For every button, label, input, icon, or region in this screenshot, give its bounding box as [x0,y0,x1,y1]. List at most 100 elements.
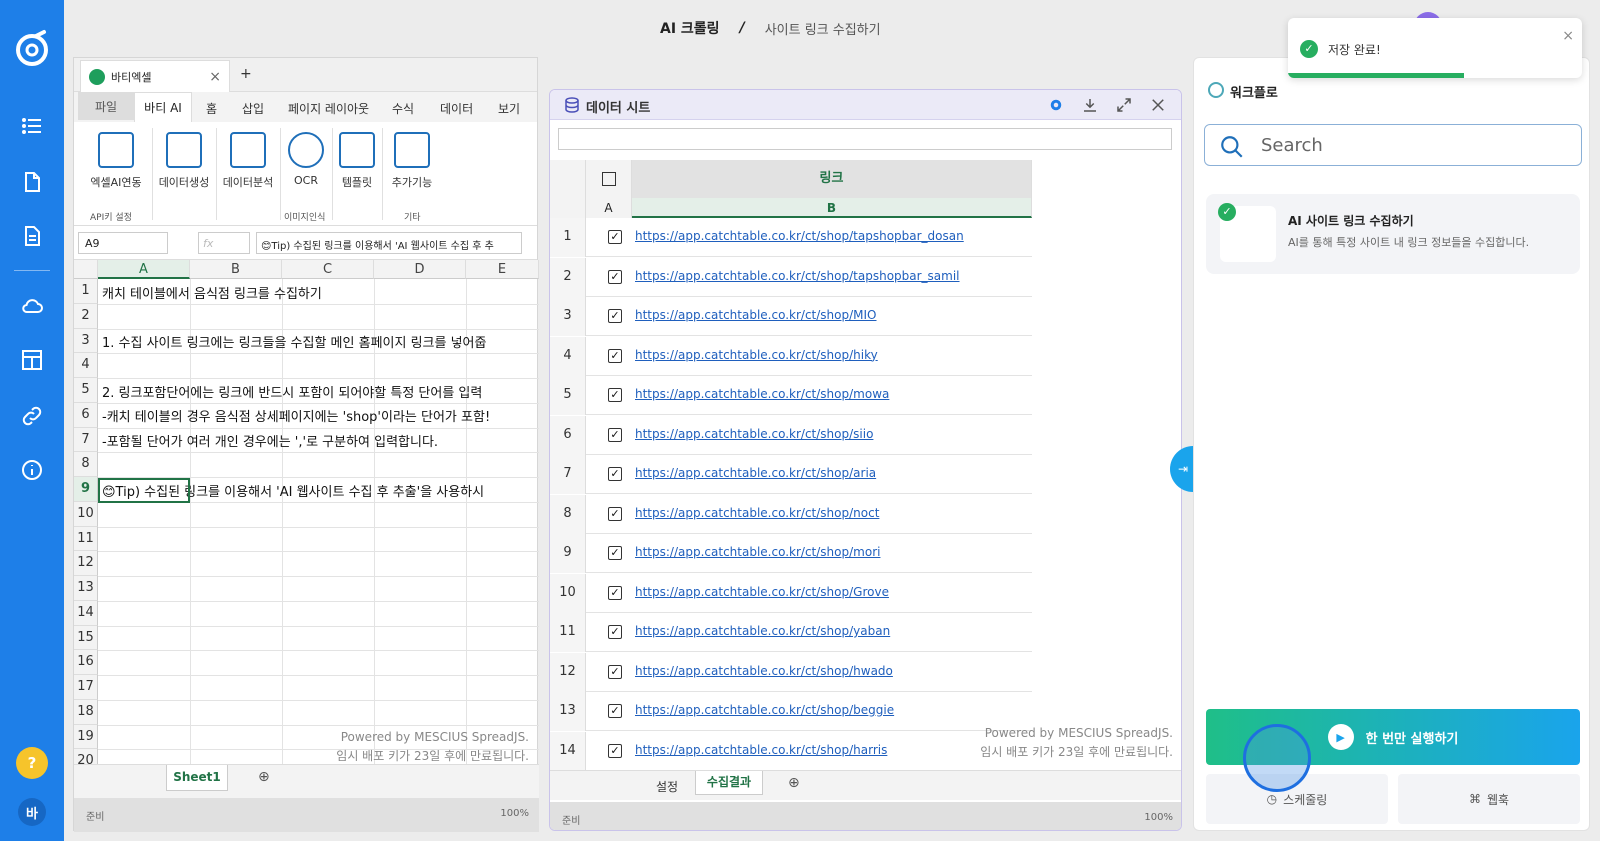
cell-a7[interactable]: -포함될 단어가 여러 개인 경우에는 ','로 구분하여 입력합니다. [102,431,438,450]
row-checkbox[interactable]: ✓ [608,388,622,402]
row-header[interactable]: 14 [74,600,98,626]
row-header[interactable]: 18 [74,699,98,725]
row-header[interactable]: 8 [74,452,98,477]
link-cell[interactable]: https://app.catchtable.co.kr/ct/shop/sii… [635,427,873,441]
col-header-a[interactable]: A [98,260,190,279]
formula-input[interactable]: 😊Tip) 수집된 링크를 이용해서 'AI 웹사이트 수집 후 추 [256,232,522,254]
table-row[interactable]: 12 ✓ https://app.catchtable.co.kr/ct/shop/… [550,652,1032,692]
link-cell[interactable]: https://app.catchtable.co.kr/ct/shop/mow… [635,387,889,401]
row-header[interactable]: 6 [74,402,98,428]
tab-data[interactable]: 데이터 [440,100,473,117]
link-cell[interactable]: https://app.catchtable.co.kr/ct/shop/hwa… [635,664,893,678]
link-cell[interactable]: https://app.catchtable.co.kr/ct/shop/tap… [635,269,960,283]
table-row[interactable]: 13 ✓ https://app.catchtable.co.kr/ct/shop/… [550,692,1032,731]
tab-home[interactable]: 홈 [206,100,217,117]
row-header[interactable]: 20 [74,749,98,764]
add-sheet-icon[interactable]: ⊕ [258,769,270,785]
col-header-a[interactable]: A [586,198,632,218]
tab-insert[interactable]: 삽입 [242,100,264,117]
tab-bati-ai[interactable]: 바티 AI [134,92,192,122]
row-header[interactable]: 13 [74,576,98,601]
tab-file[interactable]: 파일 [78,92,134,120]
row-header[interactable]: 17 [74,675,98,700]
extra-button[interactable]: 추가기능 [382,132,442,190]
search-input[interactable]: Search [1204,124,1582,166]
table-row[interactable]: 10 ✓ https://app.catchtable.co.kr/ct/shop/… [550,573,1032,613]
link-cell[interactable]: https://app.catchtable.co.kr/ct/shop/MIO [635,308,877,322]
add-tab-button[interactable]: + [240,66,252,82]
link-column-header[interactable]: 링크 [632,160,1032,198]
link-cell[interactable]: https://app.catchtable.co.kr/ct/shop/tap… [635,229,964,243]
link-cell[interactable]: https://app.catchtable.co.kr/ct/shop/yab… [635,624,890,638]
link-icon[interactable] [18,402,46,430]
tab-page-layout[interactable]: 페이지 레이아웃 [288,100,369,117]
col-header-e[interactable]: E [466,260,539,279]
row-checkbox[interactable]: ✓ [608,585,622,600]
table-row[interactable]: 6 ✓ https://app.catchtable.co.kr/ct/shop/s… [550,415,1032,455]
tab-formula[interactable]: 수식 [392,100,414,117]
table-row[interactable]: 8 ✓ https://app.catchtable.co.kr/ct/shop/n… [550,494,1032,534]
user-avatar[interactable]: 바 [18,798,46,826]
name-box[interactable]: A9 [78,232,168,254]
row-checkbox[interactable]: ✓ [608,309,622,323]
row-header[interactable]: 2 [74,303,98,329]
close-tab-icon[interactable]: × [209,69,221,85]
expand-icon[interactable] [1113,94,1135,116]
row-checkbox[interactable]: ✓ [608,546,622,560]
close-toast-icon[interactable]: × [1562,28,1574,44]
tab-view[interactable]: 보기 [498,100,520,117]
zoom-level[interactable]: 100% [500,808,529,819]
table-row[interactable]: 7 ✓ https://app.catchtable.co.kr/ct/shop/a… [550,455,1032,494]
data-sheet-formula-input[interactable] [558,128,1172,150]
cell-a6[interactable]: -캐치 테이블의 경우 음식점 상세페이지에는 'shop'이라는 단어가 포함… [102,406,490,425]
table-row[interactable]: 14 ✓ https://app.catchtable.co.kr/ct/shop/… [550,731,1032,771]
row-checkbox[interactable]: ✓ [608,427,622,442]
table-row[interactable]: 3 ✓ https://app.catchtable.co.kr/ct/shop/M… [550,297,1032,336]
document-icon[interactable] [18,222,46,250]
app-logo[interactable] [12,28,52,68]
row-header[interactable]: 7 [74,427,98,453]
row-header[interactable]: 4 [74,353,98,378]
row-checkbox[interactable]: ✓ [608,269,622,284]
cell-a1[interactable]: 캐치 테이블에서 음식점 링크를 수집하기 [102,283,322,302]
row-checkbox[interactable]: ✓ [608,704,622,718]
col-header-b[interactable]: B [632,198,1032,218]
tab-settings[interactable]: 설정 [656,778,678,795]
col-header-b[interactable]: B [190,260,282,279]
select-all-checkbox-cell[interactable] [586,160,632,198]
template-button[interactable]: 템플릿 [332,132,382,190]
link-cell[interactable]: https://app.catchtable.co.kr/ct/shop/mor… [635,545,880,559]
row-checkbox[interactable]: ✓ [608,664,622,679]
workflow-card[interactable]: ✓ AI 사이트 링크 수집하기 AI를 통해 특정 사이트 내 링크 정보들을… [1206,194,1580,274]
row-header[interactable]: 3 [74,328,98,354]
help-button[interactable]: ? [16,747,48,779]
download-icon[interactable] [1079,94,1101,116]
row-checkbox[interactable]: ✓ [608,348,622,363]
cell-a3[interactable]: 1. 수집 사이트 링크에는 링크들을 수집할 메인 홈페이지 링크를 넣어줍 [102,332,486,351]
row-checkbox[interactable]: ✓ [608,230,622,244]
row-header[interactable]: 10 [74,501,98,527]
table-row[interactable]: 9 ✓ https://app.catchtable.co.kr/ct/shop/m… [550,534,1032,573]
link-cell[interactable]: https://app.catchtable.co.kr/ct/shop/ari… [635,466,876,480]
link-cell[interactable]: https://app.catchtable.co.kr/ct/shop/noc… [635,506,879,520]
link-cell[interactable]: https://app.catchtable.co.kr/ct/shop/har… [635,743,887,757]
list-icon[interactable] [18,112,46,140]
table-row[interactable]: 5 ✓ https://app.catchtable.co.kr/ct/shop/m… [550,376,1032,415]
zoom-level[interactable]: 100% [1144,812,1173,823]
webhook-button[interactable]: ⌘ 웹훅 [1398,774,1580,824]
row-header[interactable]: 12 [74,551,98,576]
excel-tab[interactable]: 바티엑셀 × [80,60,230,92]
link-cell[interactable]: https://app.catchtable.co.kr/ct/shop/hik… [635,348,878,362]
link-cell[interactable]: https://app.catchtable.co.kr/ct/shop/Gro… [635,585,889,599]
cell-a5[interactable]: 2. 링크포함단어에는 링크에 반드시 포함이 되어야할 특정 단어를 입력 [102,382,482,401]
link-cell[interactable]: https://app.catchtable.co.kr/ct/shop/beg… [635,703,894,717]
breadcrumb-root[interactable]: AI 크롤링 [660,18,720,38]
row-header[interactable]: 19 [74,724,98,750]
fx-icon[interactable]: fx [198,232,250,254]
table-row[interactable]: 11 ✓ https://app.catchtable.co.kr/ct/shop/… [550,613,1032,652]
tab-results[interactable]: 수집결과 [695,771,763,795]
corner-cell[interactable] [550,160,586,218]
row-header[interactable]: 9 [74,477,98,502]
row-checkbox[interactable]: ✓ [608,467,622,481]
row-checkbox[interactable]: ✓ [608,625,622,639]
